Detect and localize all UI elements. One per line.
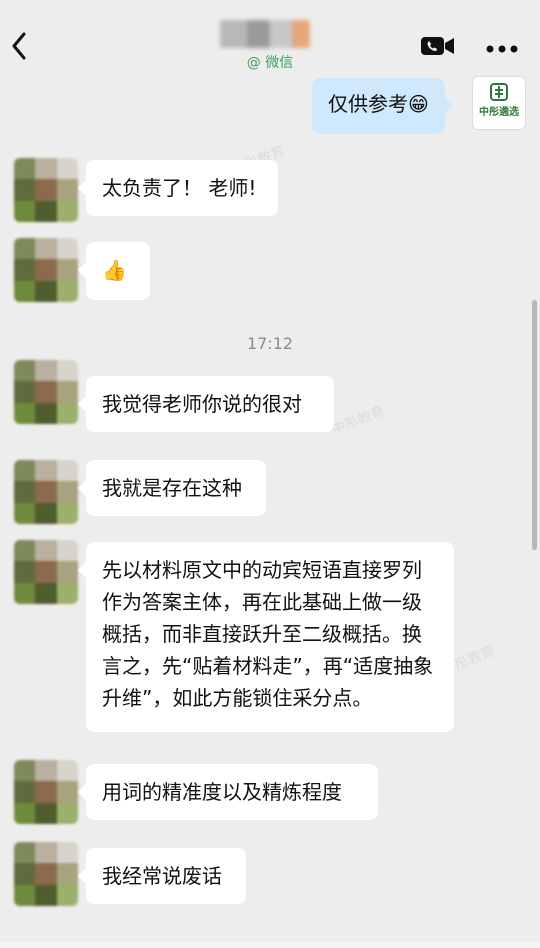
- avatar[interactable]: [14, 158, 78, 222]
- message-bubble[interactable]: 我就是存在这种: [78, 460, 266, 516]
- avatar[interactable]: [14, 360, 78, 424]
- message-bubble[interactable]: 我觉得老师你说的很对: [78, 376, 334, 432]
- message-bubble[interactable]: 👍: [78, 242, 150, 300]
- message-bubble[interactable]: 太负责了！ 老师!: [78, 160, 278, 216]
- message-bubble[interactable]: 先以材料原文中的动宾短语直接罗列作为答案主体，再在此基础上做一级概括，而非直接跃…: [78, 542, 454, 732]
- message-bubble[interactable]: 用词的精准度以及精炼程度: [78, 764, 378, 820]
- self-avatar[interactable]: 中彤遴选: [472, 76, 526, 130]
- message-bubble[interactable]: 我经常说废话: [78, 848, 246, 904]
- scrollbar[interactable]: [532, 300, 537, 550]
- chat-header: @ 微信: [0, 0, 540, 74]
- brand-logo-text: 中彤遴选: [479, 107, 519, 118]
- avatar[interactable]: [14, 540, 78, 604]
- brand-logo-icon: [490, 83, 508, 101]
- input-bar-edge: [0, 942, 540, 948]
- contact-name-blurred: [220, 20, 310, 48]
- video-call-icon[interactable]: [420, 34, 456, 58]
- chat-title: @ 微信: [200, 14, 340, 74]
- more-dots-icon[interactable]: [485, 40, 519, 53]
- chat-subtitle: @ 微信: [246, 55, 294, 71]
- avatar[interactable]: [14, 460, 78, 524]
- self-message-bubble[interactable]: 仅供参考😁: [312, 78, 453, 134]
- chevron-left-icon[interactable]: [8, 30, 32, 62]
- avatar[interactable]: [14, 238, 78, 302]
- timestamp: 17:12: [246, 334, 294, 353]
- avatar[interactable]: [14, 760, 78, 824]
- watermark: 中彤教育: [329, 403, 388, 439]
- avatar[interactable]: [14, 842, 78, 906]
